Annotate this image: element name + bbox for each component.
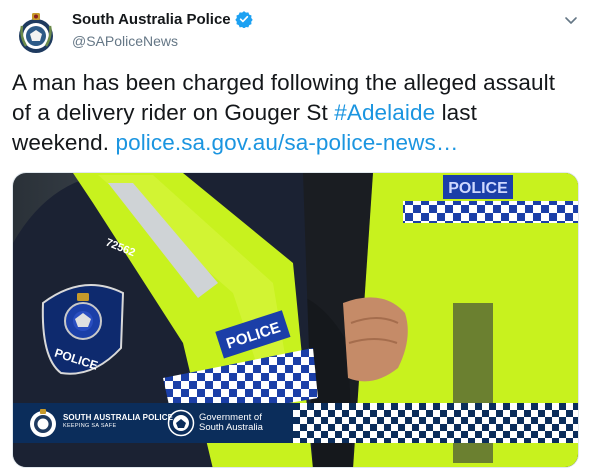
url-link[interactable]: police.sa.gov.au/sa-police-news… [115,130,458,155]
avatar[interactable] [12,10,60,58]
government-crest-icon [167,409,195,437]
banner-government: Government of South Australia [199,413,263,433]
media-banner: SOUTH AUSTRALIA POLICE KEEPING SA SAFE G… [13,403,578,443]
tweet-image[interactable]: POLICE POLICE 72562 POLICE SOUTH AUSTRAL… [12,172,579,468]
sa-police-badge-icon [27,407,59,439]
display-name[interactable]: South Australia Police [72,11,231,28]
checker-band [293,403,578,443]
sa-police-badge-icon [12,10,60,58]
hashtag-link[interactable]: #Adelaide [334,100,435,125]
banner-org: SOUTH AUSTRALIA POLICE KEEPING SA SAFE [63,413,173,431]
chevron-down-icon[interactable] [563,12,579,28]
banner-org-tagline: KEEPING SA SAFE [63,423,117,429]
author-row: South Australia Police [72,10,253,28]
tweet-card: South Australia Police @SAPoliceNews A m… [0,0,589,474]
verified-badge-icon [234,10,253,28]
vest-text-right: POLICE [448,180,508,197]
user-handle[interactable]: @SAPoliceNews [72,33,178,49]
tweet-text: A man has been charged following the all… [12,68,578,158]
banner-org-name: SOUTH AUSTRALIA POLICE [63,413,174,422]
gov-line-2: South Australia [199,422,263,433]
